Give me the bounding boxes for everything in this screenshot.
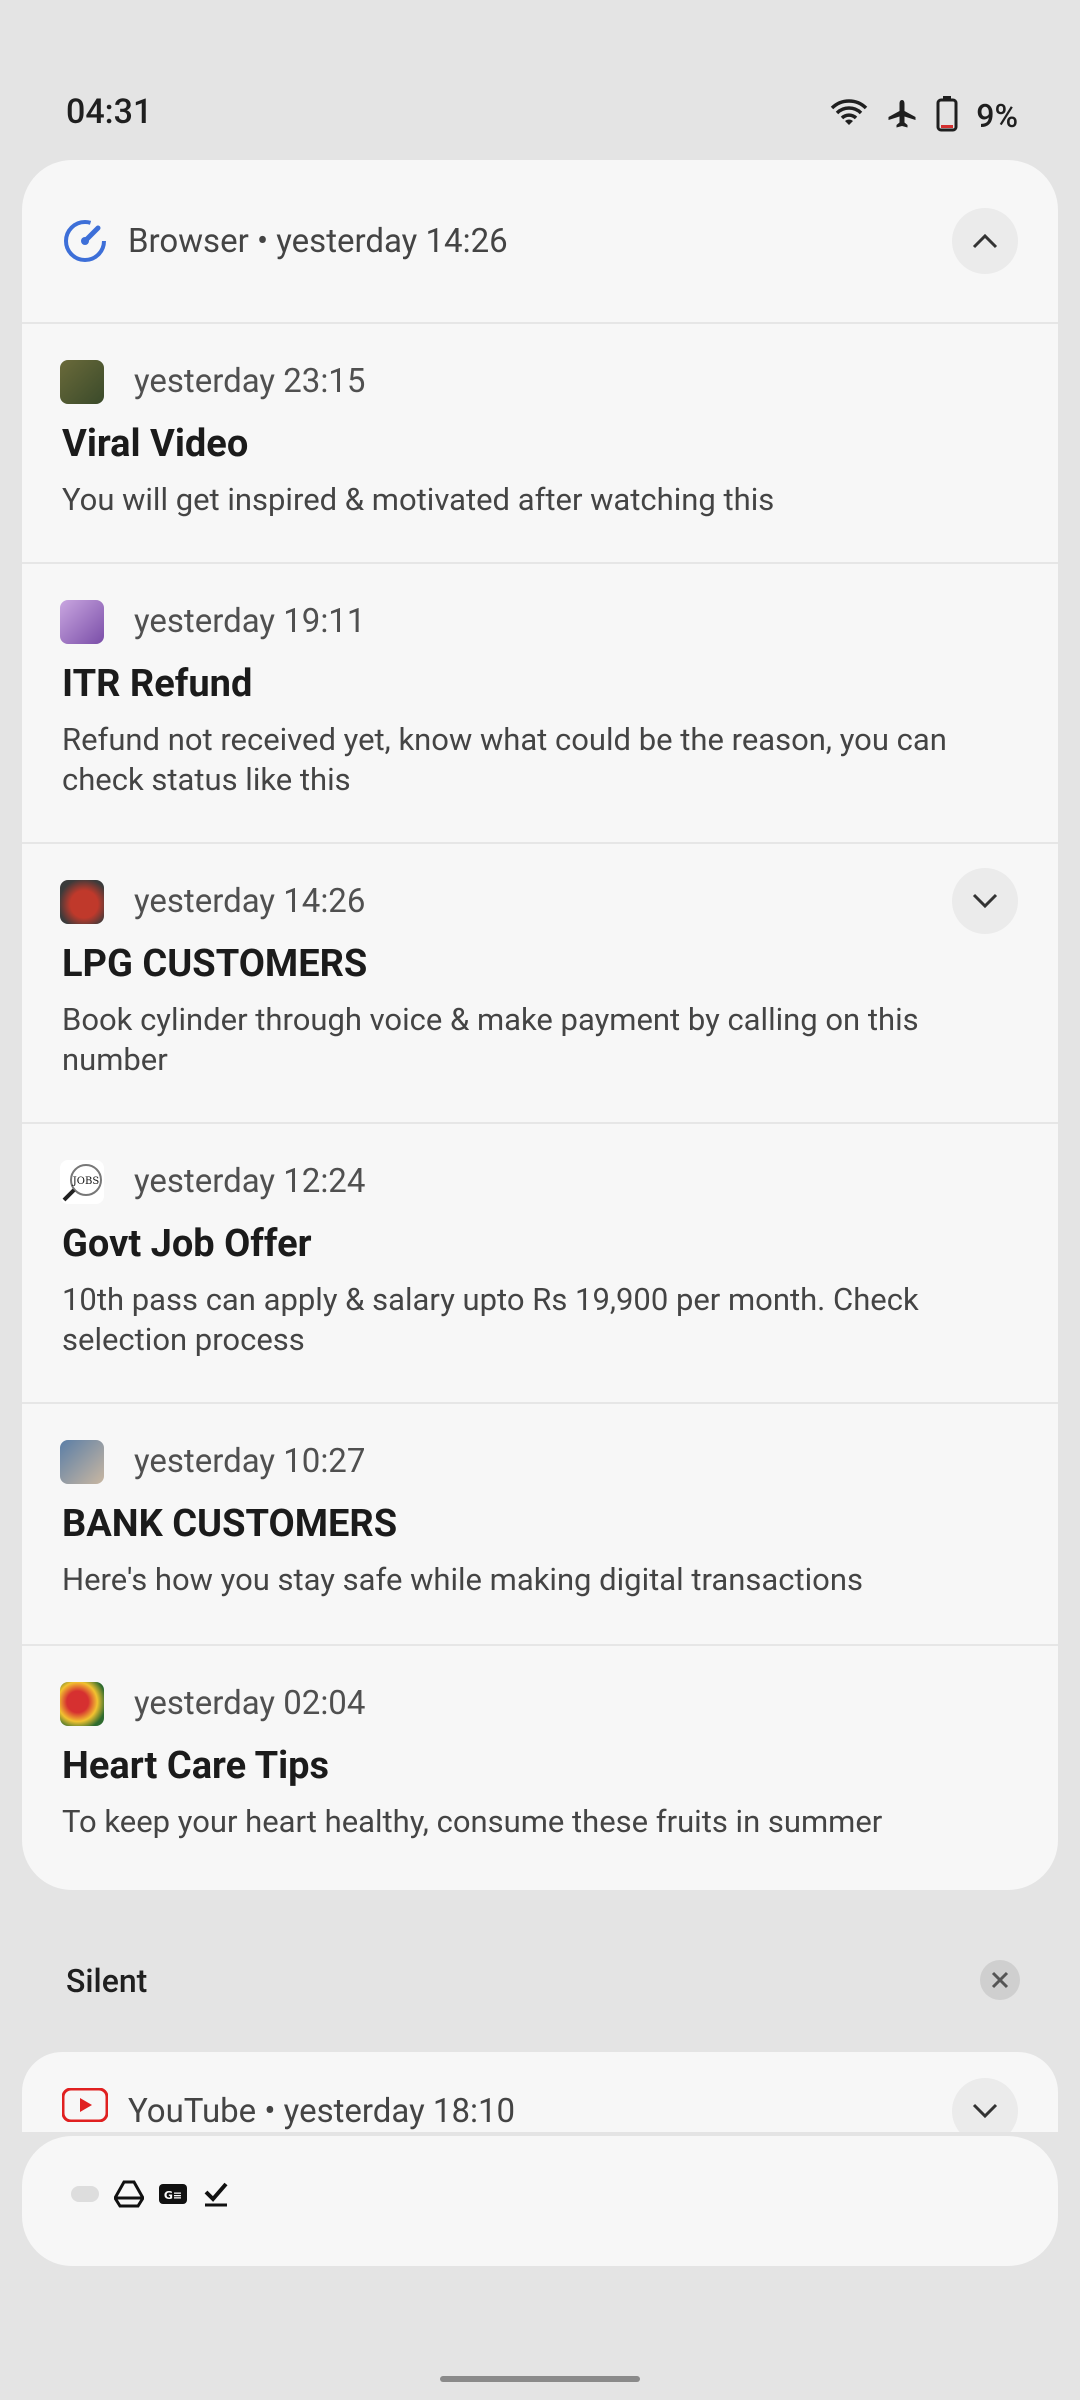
notification-title: Heart Care Tips [62, 1744, 330, 1788]
notification-item[interactable]: yesterday 10:27 BANK CUSTOMERS Here's ho… [22, 1402, 1058, 1646]
browser-group-header[interactable]: Browser • yesterday 14:26 [22, 160, 1058, 324]
youtube-notification-title: YouTube • yesterday 18:10 [128, 2092, 516, 2131]
chevron-up-icon [972, 233, 998, 249]
wifi-icon [830, 99, 868, 133]
notification-time: yesterday 19:11 [134, 602, 366, 641]
chevron-down-icon [972, 2103, 998, 2119]
notification-item[interactable]: yesterday 19:11 ITR Refund Refund not re… [22, 562, 1058, 844]
clear-silent-button[interactable] [980, 1960, 1020, 2000]
news-icon: G≡ [158, 2182, 188, 2210]
svg-text:G≡: G≡ [164, 2189, 182, 2202]
chevron-down-icon [972, 893, 998, 909]
notification-title: BANK CUSTOMERS [62, 1502, 398, 1546]
browser-notification-group[interactable]: Browser • yesterday 14:26 yesterday 23:1… [22, 160, 1058, 1890]
news-thumbnail-icon [60, 1682, 104, 1726]
news-thumbnail-icon [60, 360, 104, 404]
notification-title: ITR Refund [62, 662, 253, 706]
close-icon [991, 1971, 1009, 1989]
silent-section-label: Silent [66, 1962, 148, 2000]
checkmark-icon [202, 2180, 230, 2212]
notification-item[interactable]: yesterday 02:04 Heart Care Tips To keep … [22, 1644, 1058, 1890]
notification-item[interactable]: JOBS yesterday 12:24 Govt Job Offer 10th… [22, 1122, 1058, 1404]
notification-body: Book cylinder through voice & make payme… [62, 1001, 919, 1078]
drive-icon [113, 2180, 145, 2212]
notification-shelf[interactable]: G≡ [22, 2136, 1058, 2266]
expand-youtube-button[interactable] [952, 2078, 1018, 2132]
notification-body: Refund not received yet, know what could… [62, 721, 947, 798]
browser-app-icon [62, 218, 108, 264]
news-thumbnail-icon [60, 600, 104, 644]
status-time: 04:31 [66, 92, 153, 132]
notification-body: Here's how you stay safe while making di… [62, 1561, 863, 1598]
notification-time: yesterday 23:15 [134, 362, 366, 401]
home-indicator[interactable] [440, 2376, 640, 2382]
status-bar: 04:31 9% [0, 0, 1080, 150]
status-icons: 9% [830, 96, 1018, 136]
notification-time: yesterday 02:04 [134, 1684, 366, 1723]
news-thumbnail-icon [60, 880, 104, 924]
notification-body: You will get inspired & motivated after … [62, 481, 775, 518]
airplane-mode-icon [886, 98, 918, 134]
notification-time: yesterday 14:26 [134, 882, 366, 921]
shelf-icons: G≡ [70, 2180, 230, 2212]
browser-group-title: Browser • yesterday 14:26 [128, 222, 508, 261]
news-thumbnail-icon [60, 1440, 104, 1484]
notification-item[interactable]: yesterday 23:15 Viral Video You will get… [22, 322, 1058, 564]
notification-body: To keep your heart healthy, consume thes… [62, 1803, 883, 1840]
svg-text:JOBS: JOBS [72, 1176, 100, 1187]
jobs-thumbnail-icon: JOBS [60, 1160, 104, 1204]
battery-icon [936, 96, 958, 136]
notification-time: yesterday 12:24 [134, 1162, 366, 1201]
toggle-icon [70, 2184, 100, 2208]
notification-time: yesterday 10:27 [134, 1442, 366, 1481]
notification-title: Viral Video [62, 422, 249, 466]
notification-body: 10th pass can apply & salary upto Rs 19,… [62, 1281, 919, 1358]
youtube-app-icon [61, 2087, 109, 2123]
collapse-group-button[interactable] [952, 208, 1018, 274]
expand-notification-button[interactable] [952, 868, 1018, 934]
battery-percent: 9% [976, 97, 1018, 135]
notification-title: LPG CUSTOMERS [62, 942, 368, 986]
notification-title: Govt Job Offer [62, 1222, 312, 1266]
notification-item[interactable]: yesterday 14:26 LPG CUSTOMERS Book cylin… [22, 842, 1058, 1124]
youtube-notification[interactable]: YouTube • yesterday 18:10 [22, 2052, 1058, 2132]
